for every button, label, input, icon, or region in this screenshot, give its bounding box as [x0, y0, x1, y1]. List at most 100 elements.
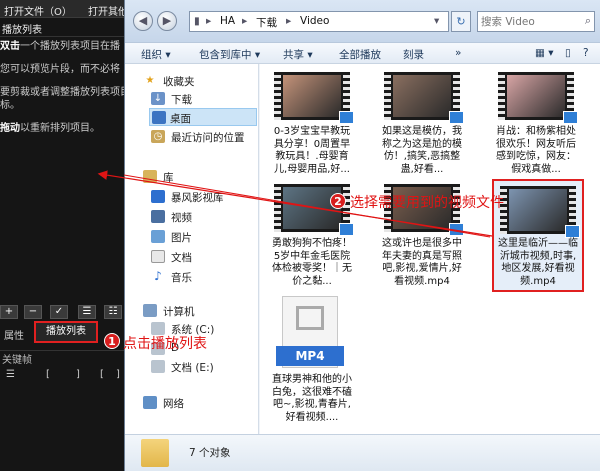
help-line: 拖动以重新排列项目。 — [0, 123, 100, 134]
folder-icon — [141, 439, 169, 467]
breadcrumb-ha[interactable]: HA — [220, 15, 235, 27]
menu-open-file[interactable]: 打开文件（O） — [4, 3, 72, 18]
nav-videos[interactable]: 视频 — [151, 208, 255, 226]
details-view-button[interactable]: ☰ — [78, 305, 96, 319]
explorer-window: ◀ ▶ ▮ ▸ HA ▸ 下载 ▸ Video ▾ ↻ ⌕ 组织 ▾ 包含到库中… — [124, 0, 600, 471]
update-item-button[interactable]: ✓ — [50, 305, 68, 319]
documents-icon — [151, 250, 165, 263]
thumbnail-image — [393, 75, 451, 117]
back-button[interactable]: ◀ — [133, 11, 153, 31]
tiles-view-button[interactable]: ☷ — [104, 305, 122, 319]
nav-desktop[interactable]: 桌面 — [149, 108, 257, 126]
computer-icon — [143, 304, 157, 317]
search-box[interactable]: ⌕ — [477, 11, 595, 32]
nav-storm-library[interactable]: 暴风影视库 — [151, 188, 255, 206]
more-commands-button[interactable]: » — [455, 47, 461, 59]
keyframe-out-bracket[interactable]: ] — [76, 369, 80, 380]
remove-item-button[interactable]: − — [24, 305, 42, 319]
tab-properties[interactable]: 属性 — [4, 327, 24, 342]
thumbnail-image — [507, 75, 565, 117]
search-input[interactable] — [481, 14, 577, 29]
keyframe-in-bracket[interactable]: [ — [100, 369, 104, 380]
network-icon — [143, 396, 157, 409]
file-name: 0-3岁宝宝早教玩具分享！0周置早教玩具！.母婴育儿,母婴用品,好... — [273, 126, 351, 175]
media-player-icon — [449, 223, 464, 236]
thumbnail-image — [283, 75, 341, 117]
help-icon[interactable]: ? — [583, 47, 589, 59]
refresh-icon[interactable]: ↻ — [451, 11, 471, 32]
view-options-icon[interactable]: ▦ ▾ — [535, 47, 554, 59]
media-player-icon — [339, 111, 354, 124]
file-name: 直球男神和他的小白兔，这很难不磕吧~,影视,青春片,好看视频.... — [272, 374, 352, 423]
file-name: 这或许也是很多中年夫妻的真是写照吧,影视,爱情片,好看视频.mp4 — [382, 238, 462, 287]
keyframes-label: 关键帧 — [0, 350, 124, 366]
keyframe-out-bracket[interactable]: ] — [116, 369, 120, 380]
step-2-label: 选择需要用到的视频文件 — [350, 195, 504, 211]
organize-button[interactable]: 组织 ▾ — [141, 47, 171, 62]
media-player-icon — [565, 225, 580, 238]
keyframes-bar: ☰ [ ] [ ] — [0, 368, 124, 384]
navigation-pane: ★ 收藏夹 ↓ 下载 桌面 ◷ 最近访问的位置 库 暴风影视库 视频 图片 文档… — [125, 64, 259, 434]
star-icon: ★ — [145, 75, 155, 86]
status-bar: 7 个对象 — [125, 434, 600, 471]
download-folder-icon: ↓ — [151, 92, 165, 105]
file-name: 肖战：和杨紫相处很欢乐！网友听后感到吃惊，网友：假戏真做... — [496, 126, 576, 175]
thumbnail-image — [283, 187, 341, 229]
video-library-icon — [151, 190, 165, 203]
tab-playlist[interactable]: 播放列表 — [34, 321, 98, 343]
add-item-button[interactable]: + — [0, 305, 18, 319]
step-1-badge: 1 — [104, 333, 120, 349]
breadcrumb-video[interactable]: Video — [300, 15, 329, 27]
address-bar[interactable]: ▮ ▸ HA ▸ 下载 ▸ Video ▾ — [189, 11, 449, 32]
help-line: 双击一个播放列表项目在播 — [0, 41, 120, 52]
command-bar: 组织 ▾ 包含到库中 ▾ 共享 ▾ 全部播放 刻录 » ▦ ▾ ▯ ? — [125, 42, 600, 64]
player-menubar: 打开文件（O） 打开其他 — [0, 0, 128, 18]
videos-icon — [151, 210, 165, 223]
mp4-label: MP4 — [276, 346, 344, 366]
nav-recent[interactable]: ◷ 最近访问的位置 — [151, 128, 259, 146]
keyframes-menu-icon[interactable]: ☰ — [6, 369, 15, 380]
file-name: 如果这是模仿，我称之为这是尬的模仿！,搞笑,恶搞整蛊,好看... — [382, 126, 462, 175]
video-thumbnail — [384, 72, 464, 124]
nav-downloads[interactable]: ↓ 下载 — [151, 90, 255, 108]
nav-network[interactable]: 网络 — [143, 394, 253, 412]
playlist-help-text: 双击一个播放列表项目在播 您可以预览片段，而不必将 要剪裁或者调整播放列表项目 … — [0, 40, 124, 145]
nav-pictures[interactable]: 图片 — [151, 228, 255, 246]
player-panel: 打开文件（O） 打开其他 播放列表 双击一个播放列表项目在播 您可以预览片段，而… — [0, 0, 128, 471]
search-icon: ⌕ — [584, 14, 591, 27]
nav-drive-e[interactable]: 文档 (E:) — [151, 358, 255, 376]
media-player-icon — [339, 223, 354, 236]
include-in-library-button[interactable]: 包含到库中 ▾ — [199, 47, 260, 62]
libraries-icon — [143, 170, 157, 183]
breadcrumb-chevron-icon: ▸ — [242, 15, 248, 27]
playlist-panel-title: 播放列表 — [0, 21, 124, 37]
breadcrumb-chevron-icon: ▸ — [206, 15, 212, 27]
folder-icon: ▮ — [194, 15, 200, 27]
breadcrumb-downloads[interactable]: 下载 — [256, 15, 277, 30]
file-list: 0-3岁宝宝早教玩具分享！0周置早教玩具！.母婴育儿,母婴用品,好... 如果这… — [260, 64, 600, 434]
step-1-label: 点击播放列表 — [123, 336, 207, 352]
help-line: 要剪裁或者调整播放列表项目 — [0, 87, 124, 98]
video-thumbnail — [498, 72, 578, 124]
nav-computer[interactable]: 计算机 — [143, 302, 253, 320]
forward-button[interactable]: ▶ — [157, 11, 177, 31]
help-line: 标。 — [0, 100, 20, 111]
keyframe-in-bracket[interactable]: [ — [46, 369, 50, 380]
nav-favorites[interactable]: ★ 收藏夹 — [143, 72, 253, 90]
breadcrumb-chevron-icon: ▸ — [286, 15, 292, 27]
file-name: 勇敢狗狗不怕疼！5岁中年金毛医院体检被零奖！｜无价之黏... — [272, 238, 352, 287]
nav-documents[interactable]: 文档 — [151, 248, 255, 266]
media-player-icon — [563, 111, 578, 124]
film-icon — [296, 306, 324, 330]
share-button[interactable]: 共享 ▾ — [283, 47, 313, 62]
menu-open-other[interactable]: 打开其他 — [88, 3, 128, 18]
play-all-button[interactable]: 全部播放 — [339, 47, 381, 62]
chevron-down-icon[interactable]: ▾ — [434, 15, 439, 27]
preview-pane-icon[interactable]: ▯ — [565, 47, 571, 59]
nav-music[interactable]: ♪ 音乐 — [151, 268, 255, 286]
nav-libraries[interactable]: 库 — [143, 168, 253, 186]
file-name: 这里是临沂——临沂城市视频,时事,地区发展,好看视频.mp4 — [498, 238, 578, 287]
video-thumbnail — [500, 186, 580, 238]
drive-icon — [151, 360, 165, 373]
burn-button[interactable]: 刻录 — [403, 47, 424, 62]
